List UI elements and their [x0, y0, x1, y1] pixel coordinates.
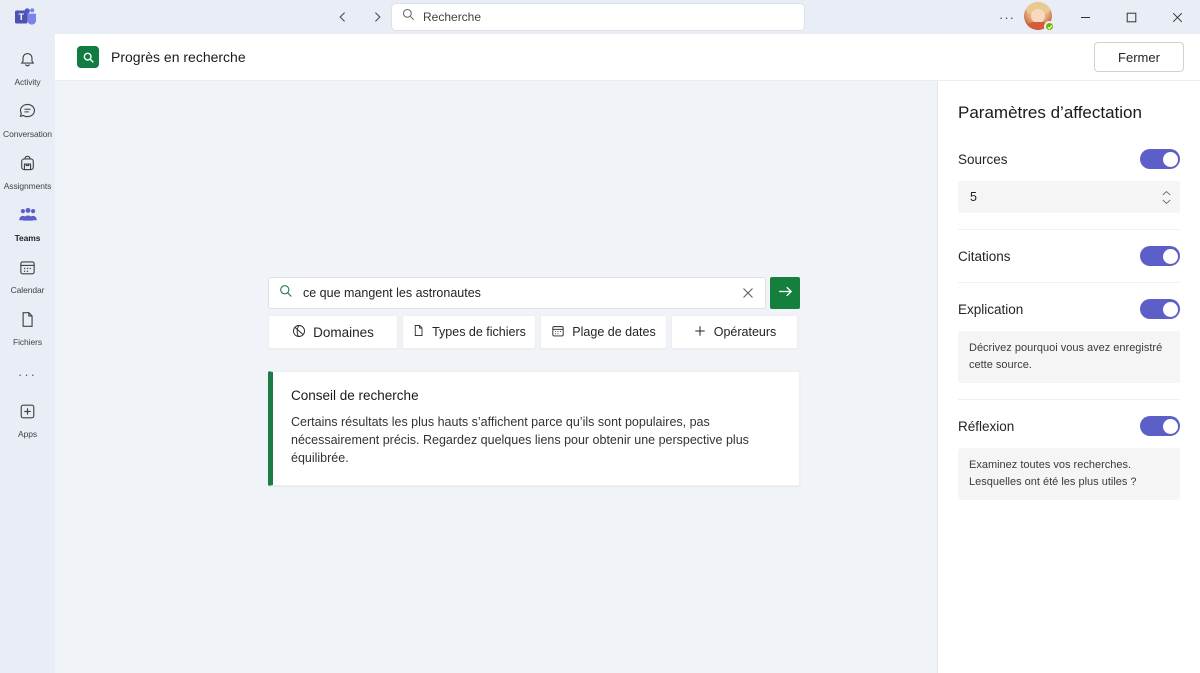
sidebar-item-label: Teams — [14, 232, 41, 243]
calendar-icon — [18, 258, 37, 282]
research-tip-card: Conseil de recherche Certains résultats … — [268, 371, 800, 486]
chip-label: Plage de dates — [572, 325, 656, 339]
globe-icon — [292, 324, 306, 341]
window-controls: ··· — [992, 0, 1200, 34]
maximize-button[interactable] — [1108, 0, 1154, 34]
people-icon — [18, 206, 38, 230]
bell-icon — [18, 50, 37, 74]
panel-title: Paramètres d’affectation — [958, 103, 1142, 122]
chip-operateurs[interactable]: Opérateurs — [671, 315, 798, 349]
document-icon — [412, 324, 425, 340]
setting-row-sources: Sources — [958, 149, 1180, 169]
svg-text:T: T — [18, 12, 24, 22]
sources-count-stepper[interactable]: 5 — [958, 181, 1180, 213]
sidebar-item-activity[interactable]: Activity — [0, 42, 55, 94]
chip-label: Types de fichiers — [432, 325, 526, 339]
research-search-icon — [77, 46, 99, 68]
close-window-button[interactable] — [1154, 0, 1200, 34]
clear-search-icon[interactable] — [739, 284, 757, 302]
setting-row-explication: Explication — [958, 299, 1180, 319]
left-rail: Activity Conversation Assignments Teams … — [0, 34, 55, 673]
toggle-reflexion[interactable] — [1140, 416, 1180, 436]
chip-domaines[interactable]: Domaines — [268, 315, 398, 349]
global-search-placeholder: Recherche — [423, 10, 482, 24]
setting-group-citations: Citations — [958, 246, 1180, 283]
app-header: Progrès en recherche Fermer — [55, 34, 1200, 81]
search-module: ce que mangent les astronautes Domaines … — [268, 277, 800, 486]
setting-label-reflexion: Réflexion — [958, 418, 1015, 434]
minimize-button[interactable] — [1062, 0, 1108, 34]
teams-logo-icon: T — [8, 7, 44, 27]
toggle-citations[interactable] — [1140, 246, 1180, 266]
sidebar-item-calendar[interactable]: Calendar — [0, 250, 55, 302]
explication-hint: Décrivez pourquoi vous avez enregistré c… — [958, 331, 1180, 383]
sidebar-item-assignments[interactable]: Assignments — [0, 146, 55, 198]
chip-label: Domaines — [313, 324, 374, 340]
tip-title: Conseil de recherche — [291, 388, 419, 403]
sidebar-item-conversation[interactable]: Conversation — [0, 94, 55, 146]
chevron-down-icon — [1162, 199, 1171, 204]
sidebar-item-label: Calendar — [10, 284, 45, 295]
setting-row-reflexion: Réflexion — [958, 416, 1180, 436]
page-title: Progrès en recherche — [111, 49, 246, 65]
file-icon — [18, 310, 37, 334]
sidebar-item-label: Fichiers — [13, 336, 42, 347]
main-column: Progrès en recherche Fermer ce que mange… — [55, 34, 1200, 673]
plus-icon — [693, 324, 707, 341]
chat-icon — [18, 102, 37, 126]
filter-chips: Domaines Types de fichiers Plage de date… — [268, 315, 800, 349]
chip-plage-de-dates[interactable]: Plage de dates — [540, 315, 667, 349]
chevron-up-icon — [1162, 190, 1171, 195]
content-panes: ce que mangent les astronautes Domaines … — [55, 81, 1200, 673]
forward-button[interactable] — [364, 4, 390, 30]
setting-group-sources: Sources 5 — [958, 149, 1180, 230]
sidebar-item-fichiers[interactable]: Fichiers — [0, 302, 55, 354]
sources-count-value: 5 — [970, 190, 977, 204]
setting-label-citations: Citations — [958, 248, 1011, 264]
chip-label: Opérateurs — [713, 325, 777, 339]
sources-stepper-arrows[interactable] — [1161, 190, 1172, 205]
setting-group-explication: Explication Décrivez pourquoi vous avez … — [958, 299, 1180, 400]
search-query-text: ce que mangent les astronautes — [303, 286, 481, 300]
backpack-icon — [18, 154, 37, 178]
close-button[interactable]: Fermer — [1094, 42, 1184, 72]
sidebar-item-label: Assignments — [3, 180, 52, 191]
plus-box-icon — [18, 402, 37, 426]
app-window: T Recherche ··· Activity Conversation As… — [0, 0, 1200, 673]
search-icon — [279, 284, 293, 303]
toggle-sources[interactable] — [1140, 149, 1180, 169]
submit-search-button[interactable] — [770, 277, 800, 309]
reflexion-hint: Examinez toutes vos recherches. Lesquell… — [958, 448, 1180, 500]
avatar[interactable] — [1024, 2, 1055, 32]
tip-body: Certains résultats les plus hauts s’affi… — [291, 415, 749, 465]
global-search-bar[interactable]: Recherche — [392, 4, 804, 30]
setting-row-citations: Citations — [958, 246, 1180, 266]
sidebar-item-label: Conversation — [3, 128, 52, 139]
calendar-icon — [551, 324, 565, 341]
search-icon — [402, 8, 415, 26]
arrow-right-icon — [777, 284, 794, 302]
sidebar-more-button[interactable]: ··· — [0, 354, 55, 394]
search-input[interactable]: ce que mangent les astronautes — [268, 277, 766, 309]
title-bar: T Recherche ··· — [0, 0, 1200, 34]
back-button[interactable] — [330, 4, 356, 30]
nav-buttons — [330, 4, 390, 30]
search-row: ce que mangent les astronautes — [268, 277, 800, 309]
sidebar-more-label: ··· — [18, 366, 37, 382]
app-body: Activity Conversation Assignments Teams … — [0, 34, 1200, 673]
sidebar-item-label: Apps — [18, 428, 37, 439]
workspace: ce que mangent les astronautes Domaines … — [55, 81, 937, 673]
titlebar-more-button[interactable]: ··· — [992, 10, 1022, 25]
toggle-explication[interactable] — [1140, 299, 1180, 319]
setting-group-reflexion: Réflexion Examinez toutes vos recherches… — [958, 416, 1180, 516]
presence-available-icon — [1044, 21, 1055, 32]
sidebar-item-apps[interactable]: Apps — [0, 394, 55, 446]
sidebar-item-teams[interactable]: Teams — [0, 198, 55, 250]
sidebar-item-label: Activity — [14, 76, 41, 87]
chip-types-de-fichiers[interactable]: Types de fichiers — [402, 315, 536, 349]
setting-label-explication: Explication — [958, 301, 1024, 317]
assignment-settings-panel: Paramètres d’affectation Sources 5 Citat… — [937, 81, 1200, 673]
setting-label-sources: Sources — [958, 151, 1008, 167]
